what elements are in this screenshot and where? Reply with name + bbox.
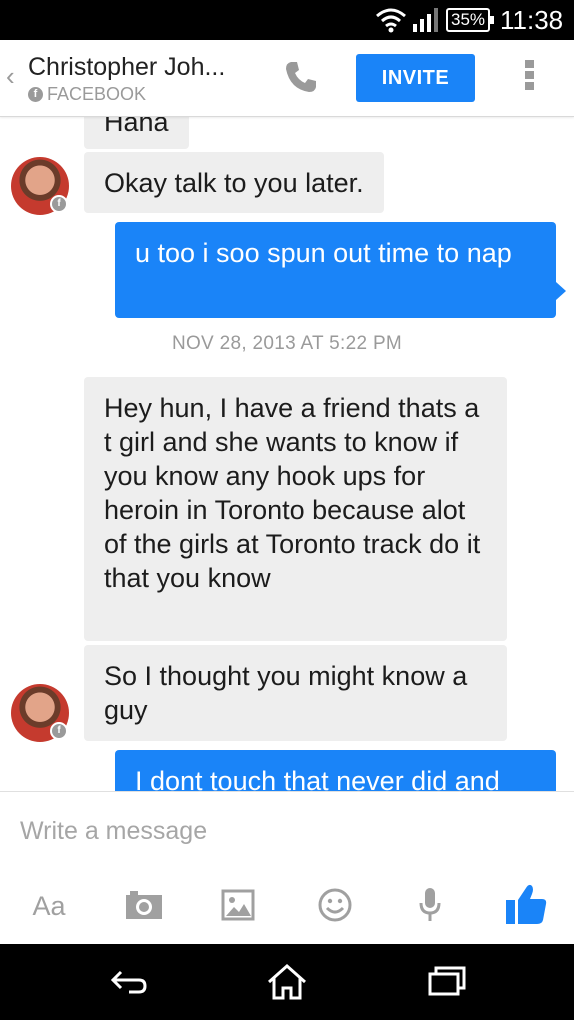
message-bubble-outgoing[interactable]: I dont touch that never did and (115, 750, 556, 791)
image-icon[interactable] (221, 889, 255, 921)
message-list[interactable]: Haha Okay talk to you later. f u too i s… (0, 117, 574, 791)
facebook-badge-icon: f (50, 722, 68, 740)
system-nav-bar (0, 944, 574, 1020)
status-bar: 35% 11:38 (0, 0, 574, 40)
contact-name[interactable]: Christopher Joh... (28, 53, 225, 81)
thumbs-up-icon[interactable] (504, 882, 548, 926)
clock: 11:38 (500, 5, 564, 35)
bubble-tail (556, 282, 566, 300)
font-size-button[interactable]: Aa (28, 886, 70, 926)
conversation-header: ‹ Christopher Joh... f FACEBOOK INVITE (0, 40, 574, 117)
back-chevron-icon[interactable]: ‹ (6, 62, 15, 90)
signal-icon (413, 8, 438, 32)
message-input[interactable] (20, 814, 550, 848)
wifi-icon (376, 8, 406, 33)
microphone-icon[interactable] (417, 887, 443, 923)
facebook-badge-icon: f (50, 195, 68, 213)
message-bubble-outgoing[interactable]: u too i soo spun out time to nap (115, 222, 556, 318)
more-vert-icon[interactable] (523, 60, 535, 96)
message-bubble-incoming[interactable]: So I thought you might know a guy (84, 645, 507, 741)
home-icon[interactable] (265, 962, 309, 1002)
back-icon[interactable] (107, 962, 151, 1002)
message-bubble-incoming[interactable]: Okay talk to you later. (84, 152, 384, 213)
message-bubble-incoming[interactable]: Hey hun, I have a friend thats a t girl … (84, 377, 507, 641)
invite-button[interactable]: INVITE (356, 54, 475, 102)
emoji-icon[interactable] (318, 888, 352, 922)
camera-icon[interactable] (124, 889, 164, 921)
message-composer: Aa (0, 791, 574, 944)
message-bubble-incoming[interactable]: Haha (84, 117, 189, 149)
contact-source-label: FACEBOOK (47, 84, 147, 104)
recents-icon[interactable] (424, 962, 468, 1002)
facebook-icon: f (28, 86, 43, 102)
battery-icon: 35% (446, 8, 494, 32)
contact-source: f FACEBOOK (28, 84, 146, 104)
phone-icon[interactable] (282, 58, 320, 96)
message-timestamp: NOV 28, 2013 AT 5:22 PM (171, 333, 403, 354)
